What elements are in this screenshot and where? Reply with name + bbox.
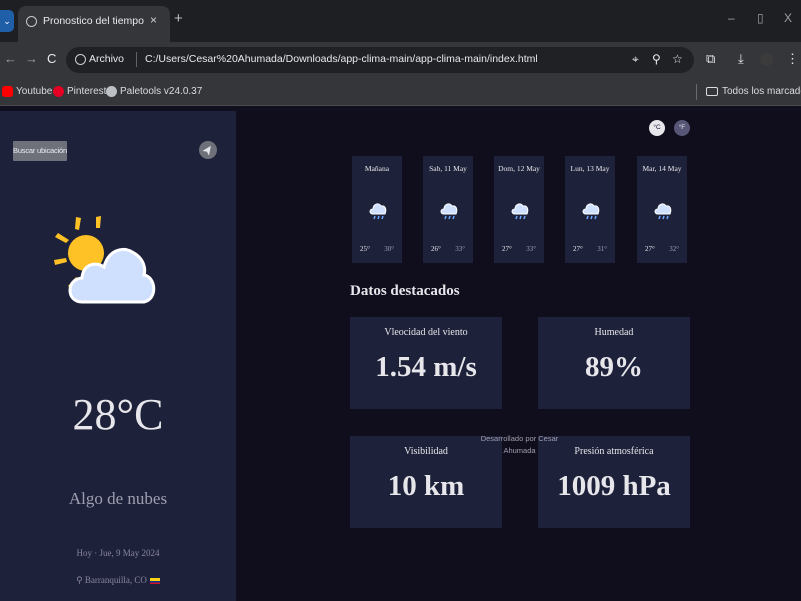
- forecast-max: 25°: [360, 245, 370, 253]
- bookmark-paletools[interactable]: Paletools v24.0.37: [120, 86, 202, 97]
- sun-cloud-icon: [54, 216, 156, 304]
- current-weather-panel: Buscar ubicación 28°C Algo de nubes Hoy …: [0, 111, 236, 601]
- address-scheme-label: Archivo: [89, 53, 125, 65]
- forecast-day: Mañana: [364, 164, 390, 173]
- forecast-min: 32°: [669, 245, 679, 253]
- humidity-label: Humedad: [594, 327, 634, 338]
- wind-speed-label: Vleocidad del viento: [384, 327, 468, 338]
- location-pin-icon[interactable]: ⌖: [632, 52, 639, 67]
- globe-icon: [106, 86, 117, 97]
- minimize-button[interactable]: –: [728, 11, 735, 25]
- visibility-value: 10 km: [387, 470, 465, 502]
- fahrenheit-toggle[interactable]: °F: [674, 120, 690, 136]
- forecast-min: 30°: [384, 245, 394, 253]
- bookmarks-bar: Youtube Pinterest Paletools v24.0.37 Tod…: [0, 78, 801, 106]
- rain-cloud-icon: [369, 203, 387, 220]
- wind-speed-card: Vleocidad del viento 1.54 m/s: [350, 317, 502, 409]
- forecast-card: Mañana 25° 30°: [352, 156, 402, 263]
- info-icon[interactable]: [75, 54, 86, 65]
- current-temperature: 28°C: [72, 390, 164, 439]
- tab-search-button[interactable]: ⌄: [0, 10, 14, 32]
- highlights-title: Datos destacados: [350, 283, 460, 299]
- all-bookmarks-button[interactable]: Todos los marcadores: [722, 86, 801, 97]
- colombia-flag-icon: [149, 577, 160, 584]
- rain-cloud-icon: [511, 203, 529, 220]
- location-name: Barranquilla, CO: [84, 575, 147, 585]
- current-location-button[interactable]: [199, 141, 217, 159]
- rain-cloud-icon: [654, 203, 672, 220]
- browser-tab-strip: ⌄ Pronostico del tiempo × + – ▯ X: [0, 0, 801, 42]
- zoom-icon[interactable]: ⚲: [652, 52, 661, 66]
- forward-button[interactable]: →: [25, 51, 38, 66]
- celsius-toggle[interactable]: °C: [649, 120, 665, 136]
- globe-icon: [26, 16, 37, 27]
- search-location-button[interactable]: Buscar ubicación: [13, 141, 67, 161]
- download-icon[interactable]: ⤓: [738, 51, 744, 67]
- reload-button[interactable]: C: [47, 51, 56, 66]
- folder-icon: [706, 87, 718, 96]
- forecast-max: 27°: [645, 245, 655, 253]
- bookmark-pinterest[interactable]: Pinterest: [67, 86, 106, 97]
- rain-cloud-icon: [440, 203, 458, 220]
- bookmarks-separator: [696, 84, 697, 100]
- page-footer: Desarrollado por Cesar Ahumada: [480, 434, 559, 455]
- map-pin-icon: ⚲: [76, 575, 83, 585]
- forecast-day: Sab, 11 May: [429, 164, 467, 173]
- forecast-day: Mar, 14 May: [642, 164, 682, 173]
- forecast-max: 27°: [502, 245, 512, 253]
- maximize-button[interactable]: ▯: [757, 11, 764, 25]
- gps-icon: [202, 145, 211, 156]
- tab-close-button[interactable]: ×: [150, 13, 157, 27]
- address-bar[interactable]: Archivo C:/Users/Cesar%20Ahumada/Downloa…: [66, 47, 694, 73]
- bookmark-star-icon[interactable]: ☆: [672, 52, 683, 66]
- forecast-card: Dom, 12 May 27° 33°: [494, 156, 544, 263]
- forecast-max: 26°: [431, 245, 441, 253]
- address-url[interactable]: C:/Users/Cesar%20Ahumada/Downloads/app-c…: [145, 53, 538, 65]
- forecast-min: 31°: [597, 245, 607, 253]
- forecast-min: 33°: [455, 245, 465, 253]
- back-button[interactable]: ←: [4, 51, 17, 66]
- forecast-card: Sab, 11 May 26° 33°: [423, 156, 473, 263]
- tab-title: Pronostico del tiempo: [43, 15, 144, 27]
- weather-description: Algo de nubes: [68, 489, 168, 508]
- address-separator: [136, 52, 137, 67]
- new-tab-button[interactable]: +: [174, 11, 183, 26]
- wind-speed-value: 1.54 m/s: [375, 351, 477, 383]
- forecast-min: 33°: [526, 245, 536, 253]
- profile-avatar[interactable]: [760, 53, 773, 66]
- extensions-icon[interactable]: ⧉: [706, 51, 715, 67]
- location-line: ⚲ Barranquilla, CO: [0, 575, 236, 586]
- close-window-button[interactable]: X: [784, 11, 792, 25]
- rain-cloud-icon: [582, 203, 600, 220]
- humidity-value: 89%: [585, 351, 643, 383]
- forecast-panel: °C °F Mañana 25° 30° Sab, 11 May 26° 33°…: [236, 111, 801, 601]
- forecast-day: Dom, 12 May: [498, 164, 540, 173]
- browser-toolbar: ← → C Archivo C:/Users/Cesar%20Ahumada/D…: [0, 42, 801, 78]
- forecast-card: Lun, 13 May 27° 31°: [565, 156, 615, 263]
- browser-tab[interactable]: Pronostico del tiempo ×: [18, 6, 170, 42]
- pinterest-icon: [53, 86, 64, 97]
- forecast-day: Lun, 13 May: [570, 164, 610, 173]
- forecast-card: Mar, 14 May 27° 32°: [637, 156, 687, 263]
- current-date: Hoy · Jue, 9 May 2024: [76, 548, 160, 558]
- menu-kebab-icon[interactable]: ⋮: [786, 51, 799, 67]
- pressure-value: 1009 hPa: [557, 470, 671, 502]
- youtube-icon: [2, 86, 13, 97]
- humidity-card: Humedad 89%: [538, 317, 690, 409]
- forecast-max: 27°: [573, 245, 583, 253]
- bookmark-youtube[interactable]: Youtube: [16, 86, 52, 97]
